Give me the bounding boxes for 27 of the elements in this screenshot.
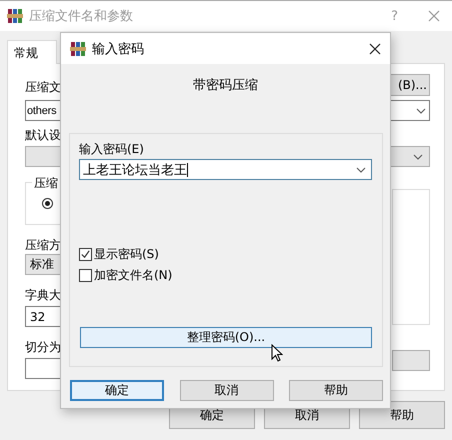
dialog-button[interactable]: 帮助 <box>289 380 383 401</box>
window-title: 压缩文件名和参数 <box>29 8 133 25</box>
field-label: 切分为 <box>25 339 61 356</box>
checkbox[interactable] <box>79 268 92 282</box>
password-label: 输入密码(E) <box>79 142 145 156</box>
field-label: 字典大 <box>25 287 61 304</box>
dialog-title: 输入密码 <box>92 40 144 58</box>
field-label: 压缩文 <box>25 79 61 96</box>
radio-button[interactable] <box>42 198 53 209</box>
books-icon <box>70 40 86 56</box>
tab[interactable]: 常规 <box>7 40 57 64</box>
dialog-button[interactable]: 确定 <box>70 380 164 401</box>
chevron-icon <box>356 166 366 172</box>
dialog-heading: 带密码压缩 <box>192 78 259 94</box>
field-label: 压缩方 <box>25 237 61 254</box>
close-icon[interactable] <box>369 42 381 54</box>
checkbox[interactable] <box>79 248 92 260</box>
chevron-icon <box>416 108 426 114</box>
password-field[interactable]: 上老王论坛当老王 <box>79 159 372 180</box>
dialog-button[interactable]: 取消 <box>180 380 274 401</box>
checkbox-label[interactable]: 加密文件名(N) <box>94 266 172 284</box>
chevron-icon <box>413 154 423 160</box>
checkbox-label[interactable]: 显示密码(S) <box>94 246 159 262</box>
books-icon <box>7 8 23 24</box>
field-label: 默认设 <box>25 128 61 142</box>
organize-button[interactable]: 整理密码(O)... <box>80 327 372 348</box>
cursor-icon <box>271 344 283 362</box>
